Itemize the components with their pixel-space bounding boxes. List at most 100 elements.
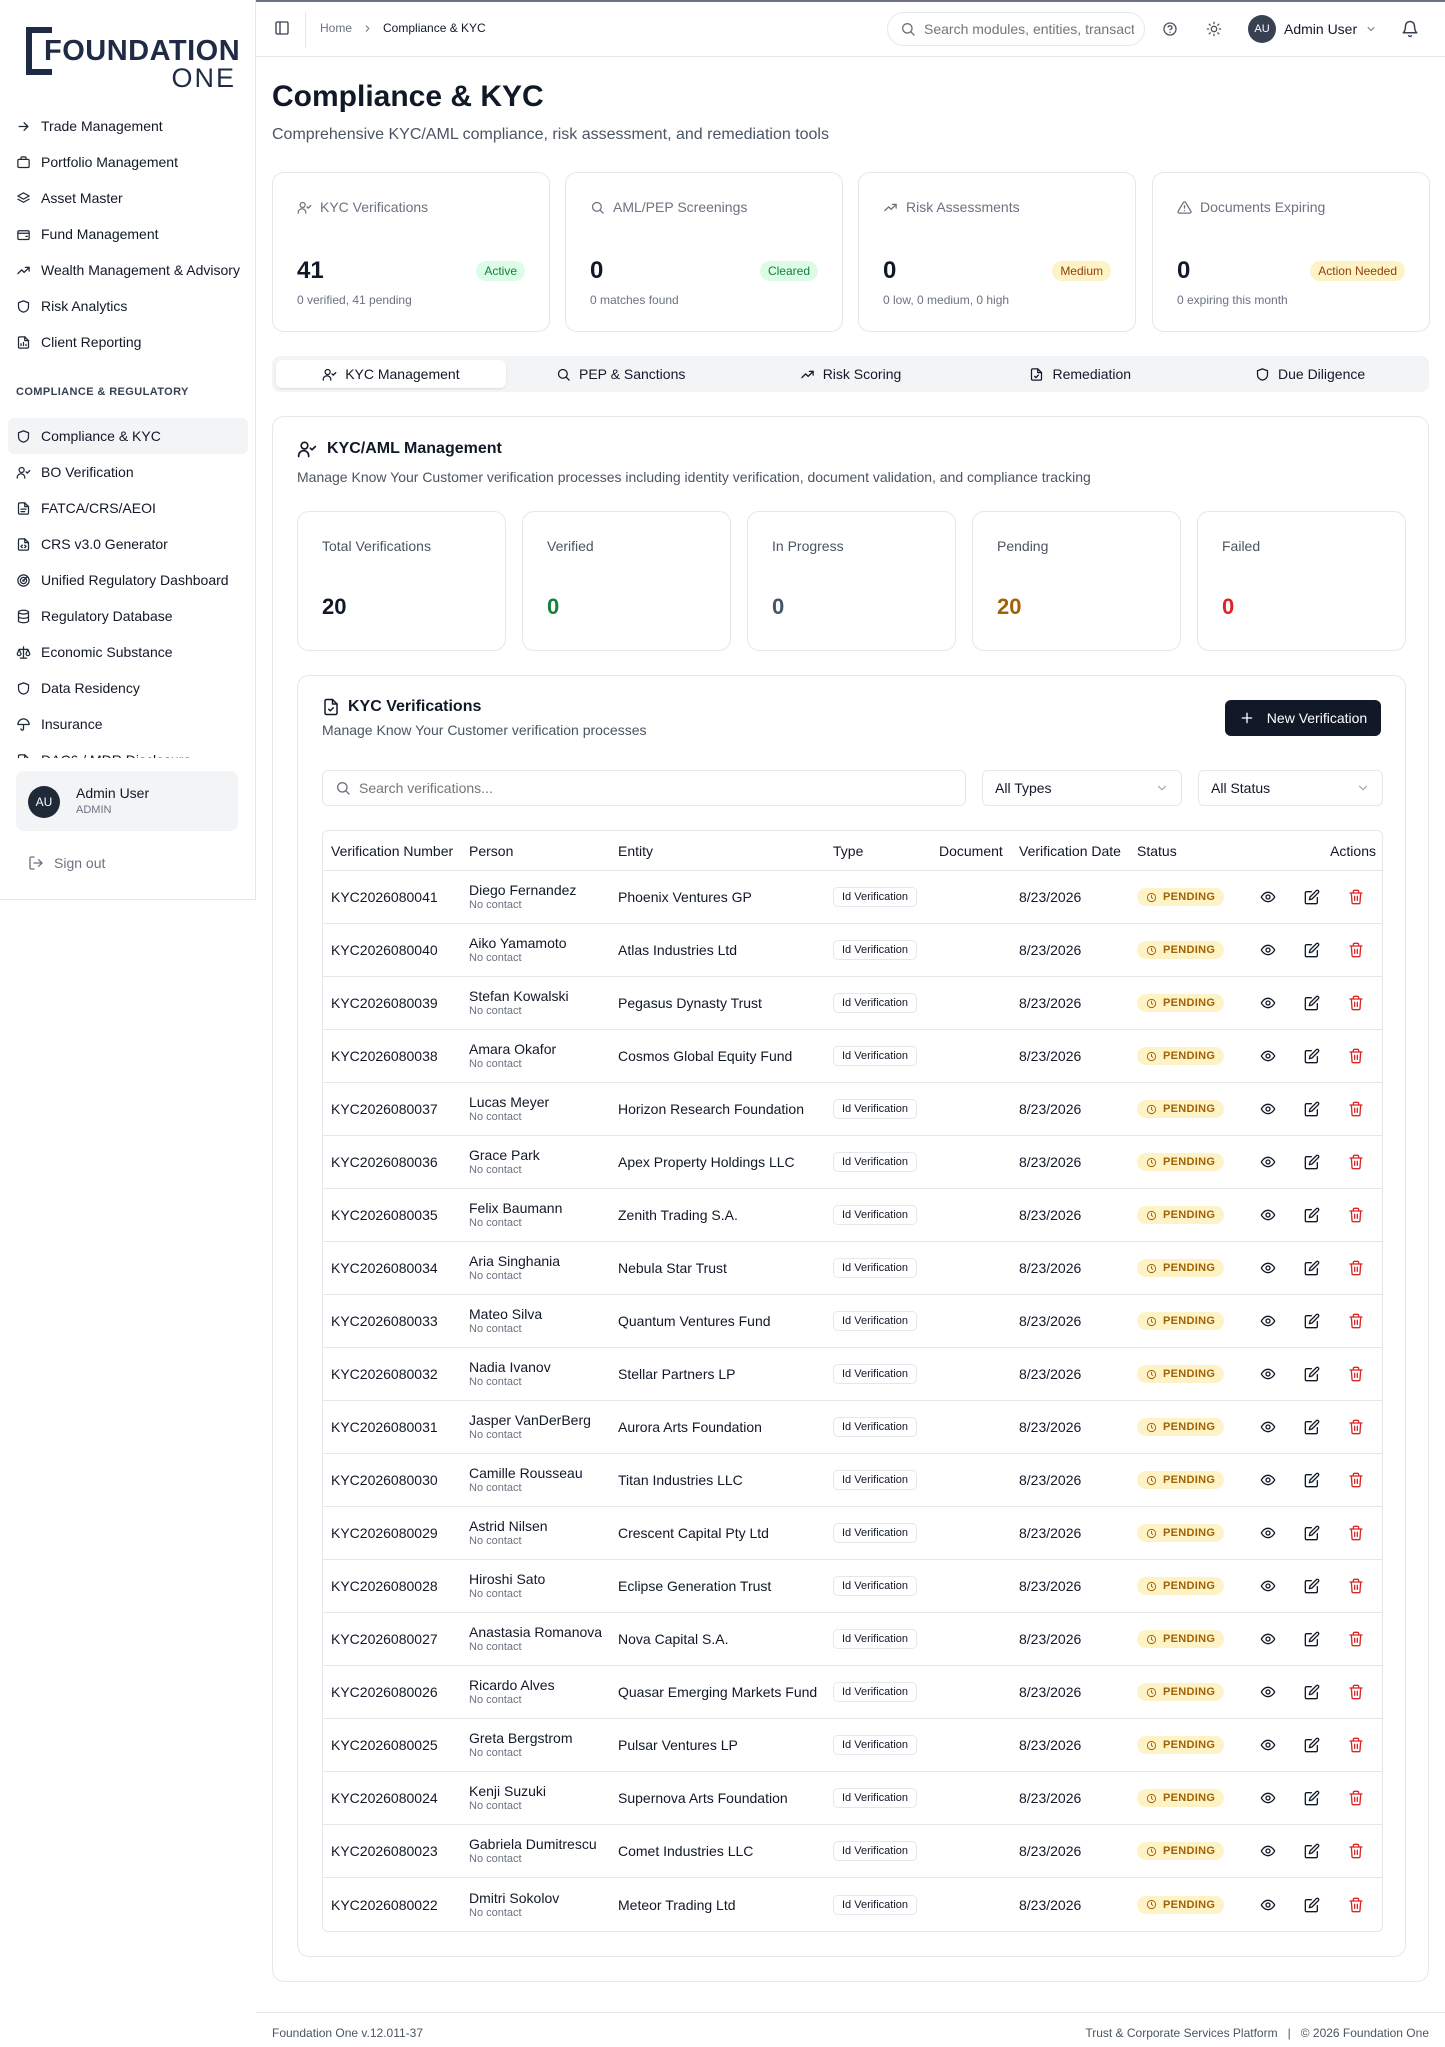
trash-icon[interactable]	[1348, 1419, 1364, 1435]
theme-toggle-icon[interactable]	[1206, 21, 1222, 37]
column-header-verification-date[interactable]: Verification Date	[1011, 843, 1129, 859]
trash-icon[interactable]	[1348, 1313, 1364, 1329]
global-search-input[interactable]	[924, 21, 1134, 37]
status-filter-select[interactable]: All Status	[1198, 770, 1383, 806]
column-header-status[interactable]: Status	[1129, 843, 1229, 859]
edit-icon[interactable]	[1304, 1790, 1320, 1806]
edit-icon[interactable]	[1304, 1313, 1320, 1329]
sidebar-item-wealth-management-advisory[interactable]: Wealth Management & Advisory	[8, 252, 248, 288]
eye-icon[interactable]	[1260, 1631, 1276, 1647]
sidebar-item-compliance-kyc[interactable]: Compliance & KYC	[8, 418, 248, 454]
sidebar-item-fund-management[interactable]: Fund Management	[8, 216, 248, 252]
column-header-entity[interactable]: Entity	[610, 843, 825, 859]
trash-icon[interactable]	[1348, 1472, 1364, 1488]
help-icon[interactable]	[1162, 21, 1178, 37]
edit-icon[interactable]	[1304, 1419, 1320, 1435]
eye-icon[interactable]	[1260, 1684, 1276, 1700]
type-filter-select[interactable]: All Types	[982, 770, 1182, 806]
edit-icon[interactable]	[1304, 995, 1320, 1011]
trash-icon[interactable]	[1348, 1366, 1364, 1382]
edit-icon[interactable]	[1304, 1897, 1320, 1913]
table-row[interactable]: KYC2026080030 Camille Rousseau No contact T…	[323, 1454, 1382, 1507]
edit-icon[interactable]	[1304, 1154, 1320, 1170]
sidebar-item-portfolio-management[interactable]: Portfolio Management	[8, 144, 248, 180]
edit-icon[interactable]	[1304, 1472, 1320, 1488]
breadcrumb-home[interactable]: Home	[320, 21, 352, 35]
table-row[interactable]: KYC2026080032 Nadia Ivanov No contact Stell…	[323, 1348, 1382, 1401]
eye-icon[interactable]	[1260, 1207, 1276, 1223]
table-row[interactable]: KYC2026080027 Anastasia Romanova No contac…	[323, 1613, 1382, 1666]
table-row[interactable]: KYC2026080031 Jasper VanDerBerg No contact…	[323, 1401, 1382, 1454]
trash-icon[interactable]	[1348, 1260, 1364, 1276]
edit-icon[interactable]	[1304, 1525, 1320, 1541]
brand-logo[interactable]: FOUNDATION ONE	[26, 27, 240, 93]
table-row[interactable]: KYC2026080037 Lucas Meyer No contact Horizo…	[323, 1083, 1382, 1136]
trash-icon[interactable]	[1348, 1897, 1364, 1913]
sidebar-user-card[interactable]: AU Admin User ADMIN	[16, 771, 238, 831]
sidebar-item-dac6-mdr-disclosure[interactable]: DAC6 / MDR Disclosure	[8, 742, 248, 758]
tab-risk-scoring[interactable]: Risk Scoring	[736, 360, 966, 388]
eye-icon[interactable]	[1260, 1366, 1276, 1382]
trash-icon[interactable]	[1348, 1631, 1364, 1647]
trash-icon[interactable]	[1348, 1737, 1364, 1753]
table-row[interactable]: KYC2026080034 Aria Singhania No contact Neb…	[323, 1242, 1382, 1295]
table-row[interactable]: KYC2026080024 Kenji Suzuki No contact Super…	[323, 1772, 1382, 1825]
sidebar-item-regulatory-database[interactable]: Regulatory Database	[8, 598, 248, 634]
column-header-type[interactable]: Type	[825, 843, 931, 859]
edit-icon[interactable]	[1304, 1843, 1320, 1859]
eye-icon[interactable]	[1260, 1897, 1276, 1913]
column-header-actions[interactable]: Actions	[1229, 843, 1382, 859]
tab-remediation[interactable]: Remediation	[965, 360, 1195, 388]
sidebar-item-risk-analytics[interactable]: Risk Analytics	[8, 288, 248, 324]
eye-icon[interactable]	[1260, 1525, 1276, 1541]
tab-due-diligence[interactable]: Due Diligence	[1195, 360, 1425, 388]
trash-icon[interactable]	[1348, 1843, 1364, 1859]
eye-icon[interactable]	[1260, 942, 1276, 958]
table-row[interactable]: KYC2026080029 Astrid Nilsen No contact Cres…	[323, 1507, 1382, 1560]
trash-icon[interactable]	[1348, 995, 1364, 1011]
trash-icon[interactable]	[1348, 1578, 1364, 1594]
column-header-verification-number[interactable]: Verification Number	[323, 843, 461, 859]
tab-pep-sanctions[interactable]: PEP & Sanctions	[506, 360, 736, 388]
edit-icon[interactable]	[1304, 1260, 1320, 1276]
edit-icon[interactable]	[1304, 1048, 1320, 1064]
sidebar-item-data-residency[interactable]: Data Residency	[8, 670, 248, 706]
verification-search[interactable]	[322, 770, 966, 806]
eye-icon[interactable]	[1260, 1154, 1276, 1170]
trash-icon[interactable]	[1348, 1101, 1364, 1117]
edit-icon[interactable]	[1304, 1684, 1320, 1700]
eye-icon[interactable]	[1260, 1048, 1276, 1064]
trash-icon[interactable]	[1348, 1048, 1364, 1064]
eye-icon[interactable]	[1260, 1737, 1276, 1753]
eye-icon[interactable]	[1260, 1260, 1276, 1276]
edit-icon[interactable]	[1304, 1101, 1320, 1117]
sidebar-item-asset-master[interactable]: Asset Master	[8, 180, 248, 216]
sidebar-item-trade-management[interactable]: Trade Management	[8, 108, 248, 144]
eye-icon[interactable]	[1260, 1578, 1276, 1594]
eye-icon[interactable]	[1260, 1313, 1276, 1329]
tab-kyc-management[interactable]: KYC Management	[276, 360, 506, 388]
trash-icon[interactable]	[1348, 1684, 1364, 1700]
verification-search-input[interactable]	[359, 780, 959, 796]
new-verification-button[interactable]: New Verification	[1225, 700, 1381, 736]
edit-icon[interactable]	[1304, 1207, 1320, 1223]
edit-icon[interactable]	[1304, 942, 1320, 958]
eye-icon[interactable]	[1260, 1843, 1276, 1859]
trash-icon[interactable]	[1348, 1525, 1364, 1541]
edit-icon[interactable]	[1304, 1578, 1320, 1594]
table-row[interactable]: KYC2026080036 Grace Park No contact Apex Pr…	[323, 1136, 1382, 1189]
trash-icon[interactable]	[1348, 942, 1364, 958]
bell-icon[interactable]	[1401, 20, 1419, 38]
edit-icon[interactable]	[1304, 1366, 1320, 1382]
table-row[interactable]: KYC2026080033 Mateo Silva No contact Quantu…	[323, 1295, 1382, 1348]
table-row[interactable]: KYC2026080023 Gabriela Dumitrescu No conta…	[323, 1825, 1382, 1878]
table-row[interactable]: KYC2026080041 Diego Fernandez No contact Ph…	[323, 871, 1382, 924]
global-search[interactable]	[887, 12, 1145, 46]
sidebar-item-crs-v3-0-generator[interactable]: CRS v3.0 Generator	[8, 526, 248, 562]
table-row[interactable]: KYC2026080025 Greta Bergstrom No contact Pu…	[323, 1719, 1382, 1772]
trash-icon[interactable]	[1348, 1790, 1364, 1806]
edit-icon[interactable]	[1304, 1631, 1320, 1647]
sidebar-item-fatca-crs-aeoi[interactable]: FATCA/CRS/AEOI	[8, 490, 248, 526]
table-row[interactable]: KYC2026080028 Hiroshi Sato No contact Eclip…	[323, 1560, 1382, 1613]
user-menu[interactable]: AU Admin User	[1248, 15, 1377, 43]
